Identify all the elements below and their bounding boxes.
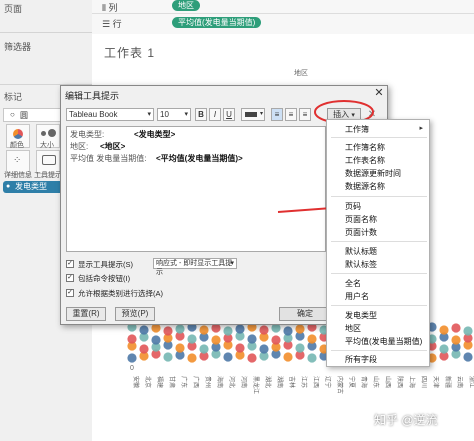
divider [331,137,427,138]
divider [331,273,427,274]
annotation-arrow-line [277,207,333,213]
menu-item-workbook[interactable]: 工作簿 [345,124,369,135]
menu-item-sheet-name[interactable]: 工作表名称 [345,155,385,166]
menu-item-datasource-name[interactable]: 数据源名称 [345,181,385,192]
menu-item-page-number[interactable]: 页码 [345,201,361,212]
divider [331,305,427,306]
menu-item-field-avg-generation[interactable]: 平均值(发电量当期值) [345,336,422,347]
menu-item-field-power-type[interactable]: 发电类型 [345,310,377,321]
divider [331,350,427,351]
menu-item-datasource-update-time[interactable]: 数据源更新时间 [345,168,401,179]
menu-item-default-caption[interactable]: 默认标签 [345,259,377,270]
menu-item-workbook-name[interactable]: 工作簿名称 [345,142,385,153]
menu-item-page-count[interactable]: 页面计数 [345,227,377,238]
divider [331,196,427,197]
menu-item-all-fields[interactable]: 所有字段 [345,354,377,365]
watermark: 知乎 @逆流 [374,413,438,427]
menu-item-page-name[interactable]: 页面名称 [345,214,377,225]
menu-item-full-name[interactable]: 全名 [345,278,361,289]
menu-item-user-name[interactable]: 用户名 [345,291,369,302]
menu-item-default-title[interactable]: 默认标题 [345,246,377,257]
divider [331,241,427,242]
insert-menu: 工作簿 ▸ 工作簿名称 工作表名称 数据源更新时间 数据源名称 页码 页面名称 … [326,119,430,367]
menu-item-field-region[interactable]: 地区 [345,323,361,334]
chevron-right-icon: ▸ [419,125,423,132]
